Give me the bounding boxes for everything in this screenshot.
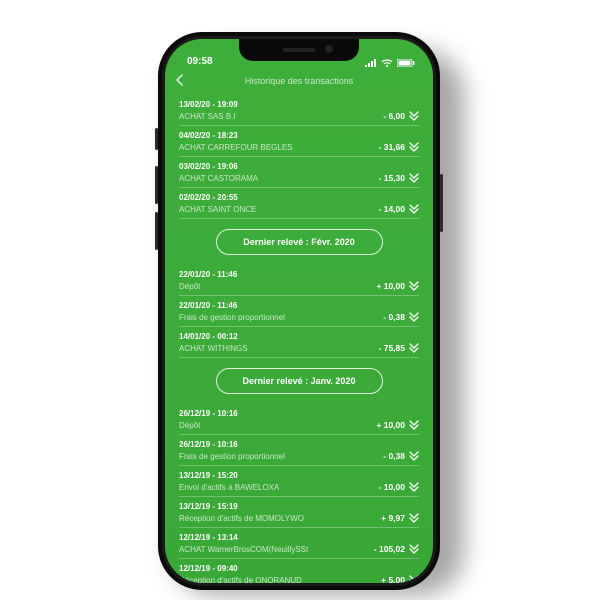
transaction-amount: - 75,85 bbox=[379, 343, 405, 353]
transaction-row[interactable]: 13/02/20 - 19:09 ACHAT SAS B.I - 6,00 bbox=[179, 95, 419, 126]
transaction-amount-group: - 15,30 bbox=[379, 173, 419, 183]
chevron-down-icon bbox=[409, 111, 419, 121]
transaction-timestamp: 22/01/20 - 11:46 bbox=[179, 270, 419, 279]
chevron-down-icon bbox=[409, 575, 419, 583]
transaction-timestamp: 13/02/20 - 19:09 bbox=[179, 100, 419, 109]
transaction-description: ACHAT SAINT ONCE bbox=[179, 205, 256, 214]
transaction-amount: - 0,38 bbox=[383, 312, 405, 322]
transaction-row[interactable]: 13/12/19 - 15:20 Envoi d'actifs à BAWELOX… bbox=[179, 466, 419, 497]
transaction-description: Dépôt bbox=[179, 282, 200, 291]
transaction-row[interactable]: 13/12/19 - 15:19 Réception d'actifs de MO… bbox=[179, 497, 419, 528]
transaction-amount-group: - 0,38 bbox=[383, 312, 419, 322]
transaction-timestamp: 26/12/19 - 10:16 bbox=[179, 409, 419, 418]
transaction-description: ACHAT WarnerBrosCOM(NeuillySSt bbox=[179, 545, 308, 554]
transaction-amount: - 6,00 bbox=[383, 111, 405, 121]
phone-notch bbox=[239, 39, 359, 61]
phone-frame: 09:58 bbox=[158, 32, 440, 590]
transactions-list[interactable]: 13/02/20 - 19:09 ACHAT SAS B.I - 6,00 04/02… bbox=[165, 95, 433, 583]
app-screen: 09:58 bbox=[165, 39, 433, 583]
transaction-row[interactable]: 22/01/20 - 11:46 Frais de gestion proport… bbox=[179, 296, 419, 327]
transaction-description: Frais de gestion proportionnel bbox=[179, 313, 285, 322]
transaction-description: ACHAT SAS B.I bbox=[179, 112, 236, 121]
transaction-row[interactable]: 12/12/19 - 09:40 Réception d'actifs de ON… bbox=[179, 559, 419, 583]
transaction-amount-group: - 10,00 bbox=[379, 482, 419, 492]
chevron-down-icon bbox=[409, 544, 419, 554]
transaction-row[interactable]: 02/02/20 - 20:55 ACHAT SAINT ONCE - 14,00 bbox=[179, 188, 419, 219]
transaction-timestamp: 13/12/19 - 15:19 bbox=[179, 502, 419, 511]
transaction-description: Envoi d'actifs à BAWELOXA bbox=[179, 483, 279, 492]
statement-pill[interactable]: Dernier relevé : Janv. 2020 bbox=[216, 368, 383, 394]
phone-volume-down bbox=[155, 212, 158, 250]
transaction-amount-group: - 14,00 bbox=[379, 204, 419, 214]
transaction-amount-group: + 10,00 bbox=[376, 281, 419, 291]
transaction-amount: - 15,30 bbox=[379, 173, 405, 183]
transaction-timestamp: 02/02/20 - 20:55 bbox=[179, 193, 419, 202]
transaction-row[interactable]: 14/01/20 - 00:12 ACHAT WITHINGS - 75,85 bbox=[179, 327, 419, 358]
transaction-amount-group: - 105,02 bbox=[374, 544, 419, 554]
transaction-timestamp: 12/12/19 - 09:40 bbox=[179, 564, 419, 573]
transaction-description: Réception d'actifs de ONORANUD bbox=[179, 576, 302, 584]
signal-icon bbox=[365, 59, 377, 67]
transaction-amount-group: - 31,66 bbox=[379, 142, 419, 152]
transaction-amount-group: - 75,85 bbox=[379, 343, 419, 353]
transaction-amount: + 9,97 bbox=[381, 513, 405, 523]
wifi-icon bbox=[381, 59, 393, 67]
chevron-down-icon bbox=[409, 281, 419, 291]
transaction-description: ACHAT CASTORAMA bbox=[179, 174, 258, 183]
transaction-amount: + 10,00 bbox=[376, 281, 405, 291]
transaction-row[interactable]: 22/01/20 - 11:46 Dépôt + 10,00 bbox=[179, 265, 419, 296]
app-header: Historique des transactions bbox=[165, 69, 433, 93]
chevron-down-icon bbox=[409, 482, 419, 492]
transaction-amount: + 5,00 bbox=[381, 575, 405, 583]
chevron-down-icon bbox=[409, 451, 419, 461]
chevron-down-icon bbox=[409, 513, 419, 523]
chevron-down-icon bbox=[409, 312, 419, 322]
chevron-down-icon bbox=[409, 204, 419, 214]
transaction-amount: - 31,66 bbox=[379, 142, 405, 152]
transaction-amount-group: - 0,38 bbox=[383, 451, 419, 461]
transaction-row[interactable]: 04/02/20 - 18:23 ACHAT CARREFOUR BEGLES - … bbox=[179, 126, 419, 157]
transaction-row[interactable]: 12/12/19 - 13:14 ACHAT WarnerBrosCOM(Neui… bbox=[179, 528, 419, 559]
transaction-amount: - 105,02 bbox=[374, 544, 405, 554]
phone-power-button bbox=[440, 174, 443, 232]
chevron-down-icon bbox=[409, 142, 419, 152]
transaction-timestamp: 04/02/20 - 18:23 bbox=[179, 131, 419, 140]
transaction-row[interactable]: 03/02/20 - 19:06 ACHAT CASTORAMA - 15,30 bbox=[179, 157, 419, 188]
transaction-amount: - 14,00 bbox=[379, 204, 405, 214]
transaction-timestamp: 14/01/20 - 00:12 bbox=[179, 332, 419, 341]
transaction-description: Dépôt bbox=[179, 421, 200, 430]
transaction-row[interactable]: 26/12/19 - 10:16 Frais de gestion proport… bbox=[179, 435, 419, 466]
transaction-timestamp: 12/12/19 - 13:14 bbox=[179, 533, 419, 542]
battery-icon bbox=[397, 59, 415, 67]
transaction-amount: - 10,00 bbox=[379, 482, 405, 492]
transaction-amount: + 10,00 bbox=[376, 420, 405, 430]
transaction-timestamp: 22/01/20 - 11:46 bbox=[179, 301, 419, 310]
status-indicators bbox=[365, 59, 415, 67]
phone-bezel: 09:58 bbox=[162, 36, 436, 586]
chevron-down-icon bbox=[409, 173, 419, 183]
transaction-timestamp: 13/12/19 - 15:20 bbox=[179, 471, 419, 480]
chevron-down-icon bbox=[409, 343, 419, 353]
page-title: Historique des transactions bbox=[165, 76, 433, 86]
transaction-timestamp: 26/12/19 - 10:16 bbox=[179, 440, 419, 449]
transaction-row[interactable]: 26/12/19 - 10:16 Dépôt + 10,00 bbox=[179, 404, 419, 435]
statement-pill[interactable]: Dernier relevé : Févr. 2020 bbox=[216, 229, 383, 255]
transaction-amount: - 0,38 bbox=[383, 451, 405, 461]
transaction-amount-group: + 10,00 bbox=[376, 420, 419, 430]
transaction-description: Frais de gestion proportionnel bbox=[179, 452, 285, 461]
transaction-description: ACHAT WITHINGS bbox=[179, 344, 248, 353]
transaction-amount-group: + 5,00 bbox=[381, 575, 419, 583]
transaction-amount-group: + 9,97 bbox=[381, 513, 419, 523]
transaction-amount-group: - 6,00 bbox=[383, 111, 419, 121]
phone-mute-switch bbox=[155, 128, 158, 150]
transaction-timestamp: 03/02/20 - 19:06 bbox=[179, 162, 419, 171]
status-time: 09:58 bbox=[187, 56, 213, 67]
phone-volume-up bbox=[155, 166, 158, 204]
chevron-down-icon bbox=[409, 420, 419, 430]
transaction-description: ACHAT CARREFOUR BEGLES bbox=[179, 143, 293, 152]
transaction-description: Réception d'actifs de MOMOLYWO bbox=[179, 514, 304, 523]
